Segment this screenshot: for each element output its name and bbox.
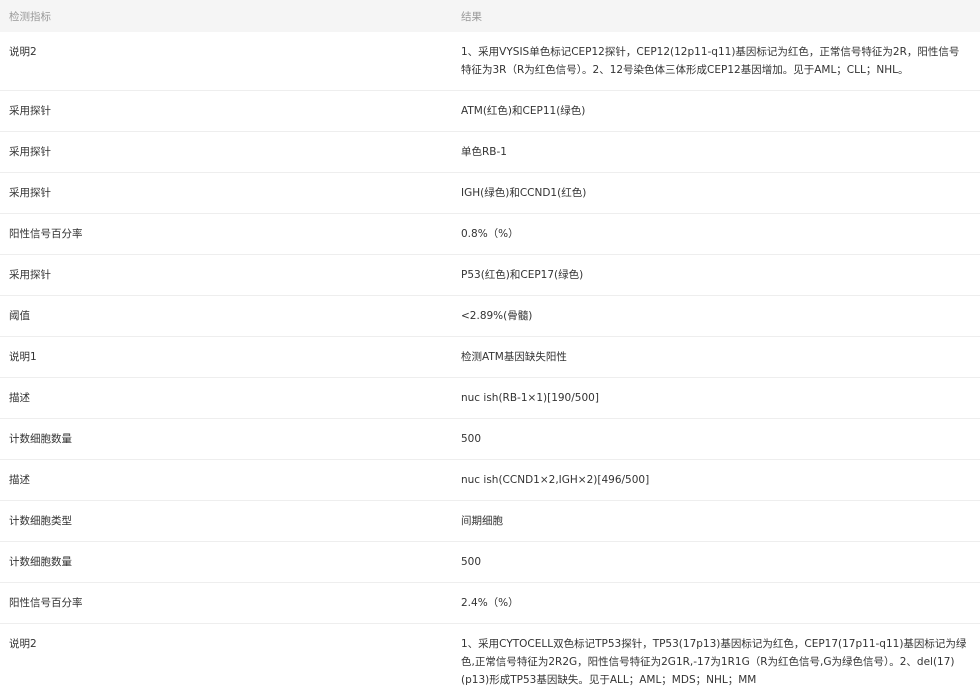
table-row: 描述 nuc ish(CCND1×2,IGH×2)[496/500] <box>0 460 980 501</box>
table-row: 计数细胞数量 500 <box>0 542 980 583</box>
row-result: 2.4%（%） <box>461 583 968 612</box>
row-indicator: 阳性信号百分率 <box>9 583 461 612</box>
row-result: 单色RB-1 <box>461 132 968 161</box>
header-result: 结果 <box>461 0 980 32</box>
table-row: 采用探针 P53(红色)和CEP17(绿色) <box>0 255 980 296</box>
table-row: 描述 nuc ish(RB-1×1)[190/500] <box>0 378 980 419</box>
row-indicator: 阳性信号百分率 <box>9 214 461 243</box>
row-indicator: 采用探针 <box>9 255 461 284</box>
row-result: 间期细胞 <box>461 501 968 530</box>
row-result: <2.89%(骨髓) <box>461 296 968 325</box>
row-result: ATM(红色)和CEP11(绿色) <box>461 91 968 120</box>
header-row: 检测指标 结果 <box>0 0 980 32</box>
table-row: 说明2 1、采用CYTOCELL双色标记TP53探针，TP53(17p13)基因… <box>0 624 980 697</box>
row-result: 检测ATM基因缺失阳性 <box>461 337 968 366</box>
row-result: 1、采用CYTOCELL双色标记TP53探针，TP53(17p13)基因标记为红… <box>461 624 968 689</box>
table-row: 计数细胞类型 间期细胞 <box>0 501 980 542</box>
row-indicator: 描述 <box>9 460 461 489</box>
row-result: 0.8%（%） <box>461 214 968 243</box>
table-row: 采用探针 IGH(绿色)和CCND1(红色) <box>0 173 980 214</box>
table-row: 阳性信号百分率 2.4%（%） <box>0 583 980 624</box>
row-result: nuc ish(CCND1×2,IGH×2)[496/500] <box>461 460 968 489</box>
table-body: 说明2 1、采用VYSIS单色标记CEP12探针，CEP12(12p11-q11… <box>0 32 980 697</box>
results-table: 检测指标 结果 说明2 1、采用VYSIS单色标记CEP12探针，CEP12(1… <box>0 0 980 697</box>
table-row: 说明1 检测ATM基因缺失阳性 <box>0 337 980 378</box>
table-row: 采用探针 单色RB-1 <box>0 132 980 173</box>
row-indicator: 采用探针 <box>9 132 461 161</box>
table-row: 阈值 <2.89%(骨髓) <box>0 296 980 337</box>
row-result: nuc ish(RB-1×1)[190/500] <box>461 378 968 407</box>
header-indicator: 检测指标 <box>0 0 461 32</box>
row-indicator: 说明2 <box>9 32 461 61</box>
row-indicator: 计数细胞数量 <box>9 419 461 448</box>
row-indicator: 阈值 <box>9 296 461 325</box>
row-indicator: 采用探针 <box>9 173 461 202</box>
row-indicator: 计数细胞数量 <box>9 542 461 571</box>
row-result: IGH(绿色)和CCND1(红色) <box>461 173 968 202</box>
table-header: 检测指标 结果 <box>0 0 980 32</box>
row-result: 500 <box>461 542 968 571</box>
row-indicator: 采用探针 <box>9 91 461 120</box>
table-row: 计数细胞数量 500 <box>0 419 980 460</box>
row-result: P53(红色)和CEP17(绿色) <box>461 255 968 284</box>
table-row: 说明2 1、采用VYSIS单色标记CEP12探针，CEP12(12p11-q11… <box>0 32 980 91</box>
table-row: 阳性信号百分率 0.8%（%） <box>0 214 980 255</box>
row-result: 500 <box>461 419 968 448</box>
row-indicator: 说明1 <box>9 337 461 366</box>
row-indicator: 计数细胞类型 <box>9 501 461 530</box>
row-result: 1、采用VYSIS单色标记CEP12探针，CEP12(12p11-q11)基因标… <box>461 32 968 79</box>
row-indicator: 描述 <box>9 378 461 407</box>
table-row: 采用探针 ATM(红色)和CEP11(绿色) <box>0 91 980 132</box>
row-indicator: 说明2 <box>9 624 461 653</box>
